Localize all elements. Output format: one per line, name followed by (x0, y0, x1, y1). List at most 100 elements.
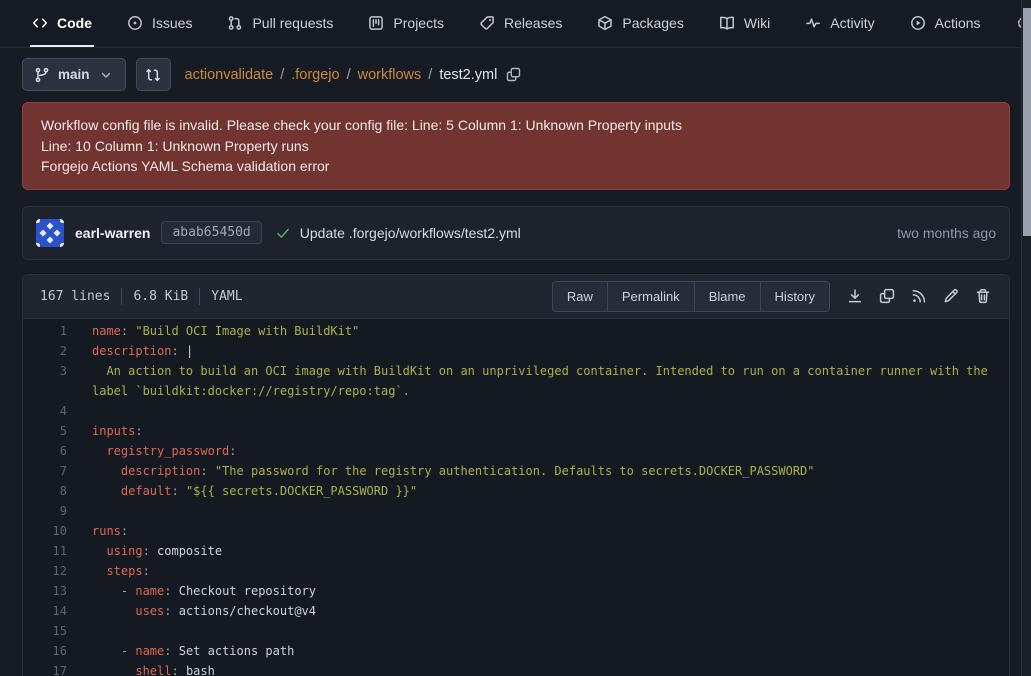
code-view: 1name: "Build OCI Image with BuildKit"2d… (23, 319, 1009, 676)
tab-activity[interactable]: Activity (803, 0, 876, 47)
line-number[interactable]: 13 (23, 581, 67, 601)
code-icon (32, 15, 48, 31)
issue-icon (127, 15, 143, 31)
commit-hash-badge[interactable]: abab65450d (161, 221, 261, 244)
repo-tab-bar: Code Issues Pull requests Projects Releases P… (0, 0, 1031, 48)
activity-icon (805, 15, 821, 31)
breadcrumb-link[interactable]: actionvalidate (185, 67, 274, 83)
tab-code[interactable]: Code (30, 0, 94, 47)
tab-label: Packages (622, 15, 683, 31)
view-mode-buttons: RawPermalinkBlameHistory (552, 281, 830, 312)
breadcrumb: actionvalidate / .forgejo / workflows / test2.… (185, 67, 522, 83)
tab-label: Releases (504, 15, 562, 31)
tab-actions[interactable]: Actions (908, 0, 983, 47)
pull-request-icon (227, 15, 243, 31)
line-number[interactable]: 6 (23, 441, 67, 461)
permalink-button[interactable]: Permalink (607, 282, 694, 311)
file-toolbar: main actionvalidate / .forgejo / workflows / t… (22, 58, 1010, 91)
code-line: 2description: | (23, 341, 1009, 361)
line-number[interactable]: 9 (23, 501, 67, 521)
code-line-content (67, 621, 1009, 641)
line-number[interactable]: 4 (23, 401, 67, 421)
code-line-content: registry_password: (67, 441, 1009, 461)
line-number[interactable]: 5 (23, 421, 67, 441)
copy-button[interactable] (872, 282, 901, 311)
code-line: 4 (23, 401, 1009, 421)
branch-selector[interactable]: main (22, 58, 126, 91)
breadcrumb-link[interactable]: workflows (358, 67, 422, 83)
avatar[interactable] (36, 219, 64, 247)
code-line: 11 using: composite (23, 541, 1009, 561)
rss-button[interactable] (904, 282, 933, 311)
trash-button[interactable] (968, 282, 997, 311)
code-line-content: description: "The password for the regis… (67, 461, 1009, 481)
commit-time: two months ago (897, 225, 996, 241)
projects-icon (368, 15, 384, 31)
page-content: main actionvalidate / .forgejo / workflows / t… (0, 48, 1031, 676)
pencil-icon (943, 288, 959, 304)
tab-releases[interactable]: Releases (477, 0, 564, 47)
scrollbar-track[interactable] (1021, 0, 1031, 676)
line-number[interactable]: 12 (23, 561, 67, 581)
copy-path-button[interactable] (506, 67, 521, 82)
code-line-content: shell: bash (67, 661, 1009, 676)
tab-label: Pull requests (252, 15, 333, 31)
code-line: 3 An action to build an OCI image with B… (23, 361, 1009, 401)
tab-label: Issues (152, 15, 192, 31)
code-line: 12 steps: (23, 561, 1009, 581)
code-line-content: name: "Build OCI Image with BuildKit" (67, 321, 1009, 341)
tag-icon (479, 15, 495, 31)
code-line: 1name: "Build OCI Image with BuildKit" (23, 321, 1009, 341)
breadcrumb-separator: / (347, 67, 351, 83)
raw-button[interactable]: Raw (553, 282, 607, 311)
commit-status-check-icon[interactable] (275, 225, 291, 241)
code-line-content (67, 401, 1009, 421)
blame-button[interactable]: Blame (694, 282, 760, 311)
commit-author[interactable]: earl-warren (75, 225, 150, 241)
line-number[interactable]: 8 (23, 481, 67, 501)
tab-pull-requests[interactable]: Pull requests (225, 0, 335, 47)
code-line-content: - name: Set actions path (67, 641, 1009, 661)
scrollbar-thumb[interactable] (1023, 8, 1031, 236)
line-number[interactable]: 16 (23, 641, 67, 661)
code-line-content: description: | (67, 341, 1009, 361)
history-button[interactable]: History (760, 282, 829, 311)
line-number[interactable]: 2 (23, 341, 67, 361)
tab-projects[interactable]: Projects (366, 0, 446, 47)
code-line-content: runs: (67, 521, 1009, 541)
breadcrumb-separator: / (428, 67, 432, 83)
breadcrumb-link[interactable]: .forgejo (291, 67, 339, 83)
code-line: 5inputs: (23, 421, 1009, 441)
commit-message[interactable]: Update .forgejo/workflows/test2.yml (300, 225, 521, 241)
code-line: 10runs: (23, 521, 1009, 541)
tab-issues[interactable]: Issues (125, 0, 194, 47)
download-icon (847, 288, 863, 304)
tab-label: Wiki (744, 15, 770, 31)
breadcrumb-separator: / (280, 67, 284, 83)
line-number[interactable]: 17 (23, 661, 67, 676)
code-line: 15 (23, 621, 1009, 641)
code-line: 14 uses: actions/checkout@v4 (23, 601, 1009, 621)
line-number[interactable]: 10 (23, 521, 67, 541)
workflow-error-banner: Workflow config file is invalid. Please … (22, 102, 1010, 190)
breadcrumb-file-name: test2.yml (439, 67, 497, 83)
file-meta: 167 lines 6.8 KiB YAML (35, 288, 243, 305)
tab-label: Code (57, 15, 92, 31)
compare-button[interactable] (136, 58, 171, 91)
tab-packages[interactable]: Packages (595, 0, 685, 47)
pencil-button[interactable] (936, 282, 965, 311)
tab-wiki[interactable]: Wiki (717, 0, 772, 47)
code-line-content: uses: actions/checkout@v4 (67, 601, 1009, 621)
line-number[interactable]: 3 (23, 361, 67, 401)
line-number[interactable]: 14 (23, 601, 67, 621)
line-number[interactable]: 7 (23, 461, 67, 481)
line-number[interactable]: 11 (23, 541, 67, 561)
code-line: 8 default: "${{ secrets.DOCKER_PASSWORD … (23, 481, 1009, 501)
tab-label: Actions (935, 15, 981, 31)
line-number[interactable]: 15 (23, 621, 67, 641)
trash-icon (975, 288, 991, 304)
book-icon (719, 15, 735, 31)
download-button[interactable] (840, 282, 869, 311)
git-branch-icon (34, 67, 50, 83)
line-number[interactable]: 1 (23, 321, 67, 341)
